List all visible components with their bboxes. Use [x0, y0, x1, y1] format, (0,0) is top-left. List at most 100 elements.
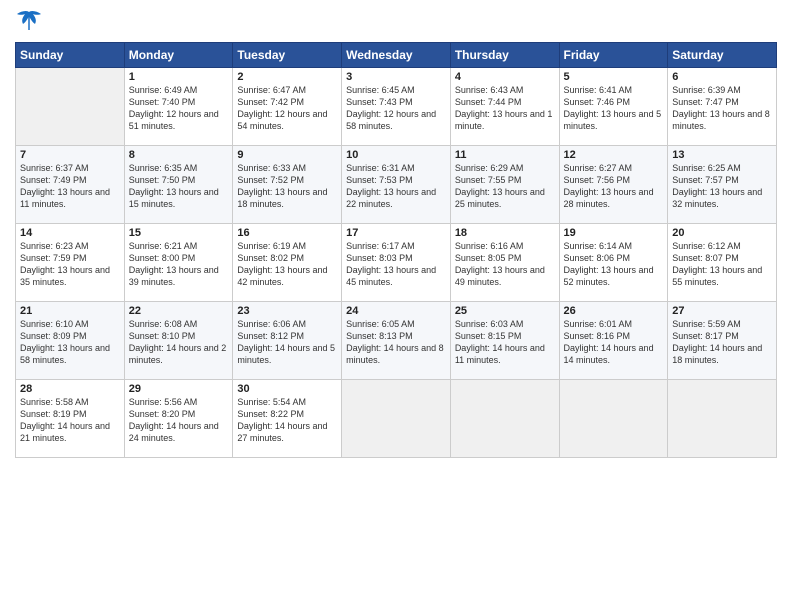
- day-cell: 16Sunrise: 6:19 AM Sunset: 8:02 PM Dayli…: [233, 224, 342, 302]
- day-cell: 7Sunrise: 6:37 AM Sunset: 7:49 PM Daylig…: [16, 146, 125, 224]
- day-cell: [559, 380, 668, 458]
- day-number: 11: [455, 149, 555, 161]
- header-friday: Friday: [559, 43, 668, 68]
- day-cell: 28Sunrise: 5:58 AM Sunset: 8:19 PM Dayli…: [16, 380, 125, 458]
- day-number: 6: [672, 71, 772, 83]
- header-row: SundayMondayTuesdayWednesdayThursdayFrid…: [16, 43, 777, 68]
- day-cell: [668, 380, 777, 458]
- day-info: Sunrise: 6:25 AM Sunset: 7:57 PM Dayligh…: [672, 162, 772, 211]
- day-cell: 26Sunrise: 6:01 AM Sunset: 8:16 PM Dayli…: [559, 302, 668, 380]
- day-info: Sunrise: 5:59 AM Sunset: 8:17 PM Dayligh…: [672, 318, 772, 367]
- week-row-5: 28Sunrise: 5:58 AM Sunset: 8:19 PM Dayli…: [16, 380, 777, 458]
- day-number: 14: [20, 227, 120, 239]
- day-cell: [450, 380, 559, 458]
- day-cell: 9Sunrise: 6:33 AM Sunset: 7:52 PM Daylig…: [233, 146, 342, 224]
- logo: [15, 10, 47, 32]
- day-number: 19: [564, 227, 664, 239]
- day-info: Sunrise: 6:49 AM Sunset: 7:40 PM Dayligh…: [129, 84, 229, 133]
- day-info: Sunrise: 6:37 AM Sunset: 7:49 PM Dayligh…: [20, 162, 120, 211]
- day-info: Sunrise: 6:08 AM Sunset: 8:10 PM Dayligh…: [129, 318, 229, 367]
- day-number: 30: [237, 383, 337, 395]
- day-cell: 20Sunrise: 6:12 AM Sunset: 8:07 PM Dayli…: [668, 224, 777, 302]
- day-number: 15: [129, 227, 229, 239]
- header-tuesday: Tuesday: [233, 43, 342, 68]
- week-row-3: 14Sunrise: 6:23 AM Sunset: 7:59 PM Dayli…: [16, 224, 777, 302]
- day-cell: 24Sunrise: 6:05 AM Sunset: 8:13 PM Dayli…: [342, 302, 451, 380]
- day-number: 3: [346, 71, 446, 83]
- day-cell: 14Sunrise: 6:23 AM Sunset: 7:59 PM Dayli…: [16, 224, 125, 302]
- main-container: SundayMondayTuesdayWednesdayThursdayFrid…: [0, 0, 792, 468]
- header-saturday: Saturday: [668, 43, 777, 68]
- day-info: Sunrise: 5:58 AM Sunset: 8:19 PM Dayligh…: [20, 396, 120, 445]
- day-cell: 23Sunrise: 6:06 AM Sunset: 8:12 PM Dayli…: [233, 302, 342, 380]
- week-row-2: 7Sunrise: 6:37 AM Sunset: 7:49 PM Daylig…: [16, 146, 777, 224]
- day-info: Sunrise: 6:43 AM Sunset: 7:44 PM Dayligh…: [455, 84, 555, 133]
- day-cell: 29Sunrise: 5:56 AM Sunset: 8:20 PM Dayli…: [124, 380, 233, 458]
- day-info: Sunrise: 6:16 AM Sunset: 8:05 PM Dayligh…: [455, 240, 555, 289]
- day-cell: 27Sunrise: 5:59 AM Sunset: 8:17 PM Dayli…: [668, 302, 777, 380]
- day-number: 24: [346, 305, 446, 317]
- day-cell: 10Sunrise: 6:31 AM Sunset: 7:53 PM Dayli…: [342, 146, 451, 224]
- day-info: Sunrise: 6:01 AM Sunset: 8:16 PM Dayligh…: [564, 318, 664, 367]
- day-info: Sunrise: 6:29 AM Sunset: 7:55 PM Dayligh…: [455, 162, 555, 211]
- day-number: 22: [129, 305, 229, 317]
- day-cell: 12Sunrise: 6:27 AM Sunset: 7:56 PM Dayli…: [559, 146, 668, 224]
- day-number: 13: [672, 149, 772, 161]
- day-number: 25: [455, 305, 555, 317]
- header: [15, 10, 777, 32]
- day-cell: [342, 380, 451, 458]
- day-number: 5: [564, 71, 664, 83]
- day-number: 9: [237, 149, 337, 161]
- day-info: Sunrise: 5:56 AM Sunset: 8:20 PM Dayligh…: [129, 396, 229, 445]
- day-number: 18: [455, 227, 555, 239]
- day-info: Sunrise: 6:47 AM Sunset: 7:42 PM Dayligh…: [237, 84, 337, 133]
- day-cell: 30Sunrise: 5:54 AM Sunset: 8:22 PM Dayli…: [233, 380, 342, 458]
- day-info: Sunrise: 6:03 AM Sunset: 8:15 PM Dayligh…: [455, 318, 555, 367]
- day-number: 1: [129, 71, 229, 83]
- day-info: Sunrise: 6:31 AM Sunset: 7:53 PM Dayligh…: [346, 162, 446, 211]
- day-cell: 3Sunrise: 6:45 AM Sunset: 7:43 PM Daylig…: [342, 68, 451, 146]
- day-number: 8: [129, 149, 229, 161]
- day-info: Sunrise: 6:14 AM Sunset: 8:06 PM Dayligh…: [564, 240, 664, 289]
- day-cell: 17Sunrise: 6:17 AM Sunset: 8:03 PM Dayli…: [342, 224, 451, 302]
- header-thursday: Thursday: [450, 43, 559, 68]
- day-cell: 15Sunrise: 6:21 AM Sunset: 8:00 PM Dayli…: [124, 224, 233, 302]
- day-cell: 6Sunrise: 6:39 AM Sunset: 7:47 PM Daylig…: [668, 68, 777, 146]
- day-number: 2: [237, 71, 337, 83]
- header-sunday: Sunday: [16, 43, 125, 68]
- header-monday: Monday: [124, 43, 233, 68]
- week-row-4: 21Sunrise: 6:10 AM Sunset: 8:09 PM Dayli…: [16, 302, 777, 380]
- day-number: 21: [20, 305, 120, 317]
- week-row-1: 1Sunrise: 6:49 AM Sunset: 7:40 PM Daylig…: [16, 68, 777, 146]
- day-number: 27: [672, 305, 772, 317]
- day-info: Sunrise: 6:27 AM Sunset: 7:56 PM Dayligh…: [564, 162, 664, 211]
- day-number: 12: [564, 149, 664, 161]
- day-cell: 5Sunrise: 6:41 AM Sunset: 7:46 PM Daylig…: [559, 68, 668, 146]
- day-info: Sunrise: 6:21 AM Sunset: 8:00 PM Dayligh…: [129, 240, 229, 289]
- day-info: Sunrise: 6:17 AM Sunset: 8:03 PM Dayligh…: [346, 240, 446, 289]
- day-info: Sunrise: 6:23 AM Sunset: 7:59 PM Dayligh…: [20, 240, 120, 289]
- day-cell: 18Sunrise: 6:16 AM Sunset: 8:05 PM Dayli…: [450, 224, 559, 302]
- day-info: Sunrise: 6:33 AM Sunset: 7:52 PM Dayligh…: [237, 162, 337, 211]
- day-info: Sunrise: 6:19 AM Sunset: 8:02 PM Dayligh…: [237, 240, 337, 289]
- day-info: Sunrise: 6:12 AM Sunset: 8:07 PM Dayligh…: [672, 240, 772, 289]
- day-number: 23: [237, 305, 337, 317]
- day-cell: 1Sunrise: 6:49 AM Sunset: 7:40 PM Daylig…: [124, 68, 233, 146]
- header-wednesday: Wednesday: [342, 43, 451, 68]
- day-cell: 11Sunrise: 6:29 AM Sunset: 7:55 PM Dayli…: [450, 146, 559, 224]
- day-info: Sunrise: 6:45 AM Sunset: 7:43 PM Dayligh…: [346, 84, 446, 133]
- day-number: 20: [672, 227, 772, 239]
- day-number: 4: [455, 71, 555, 83]
- day-cell: 22Sunrise: 6:08 AM Sunset: 8:10 PM Dayli…: [124, 302, 233, 380]
- day-info: Sunrise: 6:39 AM Sunset: 7:47 PM Dayligh…: [672, 84, 772, 133]
- day-number: 26: [564, 305, 664, 317]
- day-info: Sunrise: 6:06 AM Sunset: 8:12 PM Dayligh…: [237, 318, 337, 367]
- day-cell: 25Sunrise: 6:03 AM Sunset: 8:15 PM Dayli…: [450, 302, 559, 380]
- day-cell: 13Sunrise: 6:25 AM Sunset: 7:57 PM Dayli…: [668, 146, 777, 224]
- day-number: 16: [237, 227, 337, 239]
- day-cell: 4Sunrise: 6:43 AM Sunset: 7:44 PM Daylig…: [450, 68, 559, 146]
- day-cell: 8Sunrise: 6:35 AM Sunset: 7:50 PM Daylig…: [124, 146, 233, 224]
- day-info: Sunrise: 6:41 AM Sunset: 7:46 PM Dayligh…: [564, 84, 664, 133]
- day-number: 28: [20, 383, 120, 395]
- day-info: Sunrise: 6:10 AM Sunset: 8:09 PM Dayligh…: [20, 318, 120, 367]
